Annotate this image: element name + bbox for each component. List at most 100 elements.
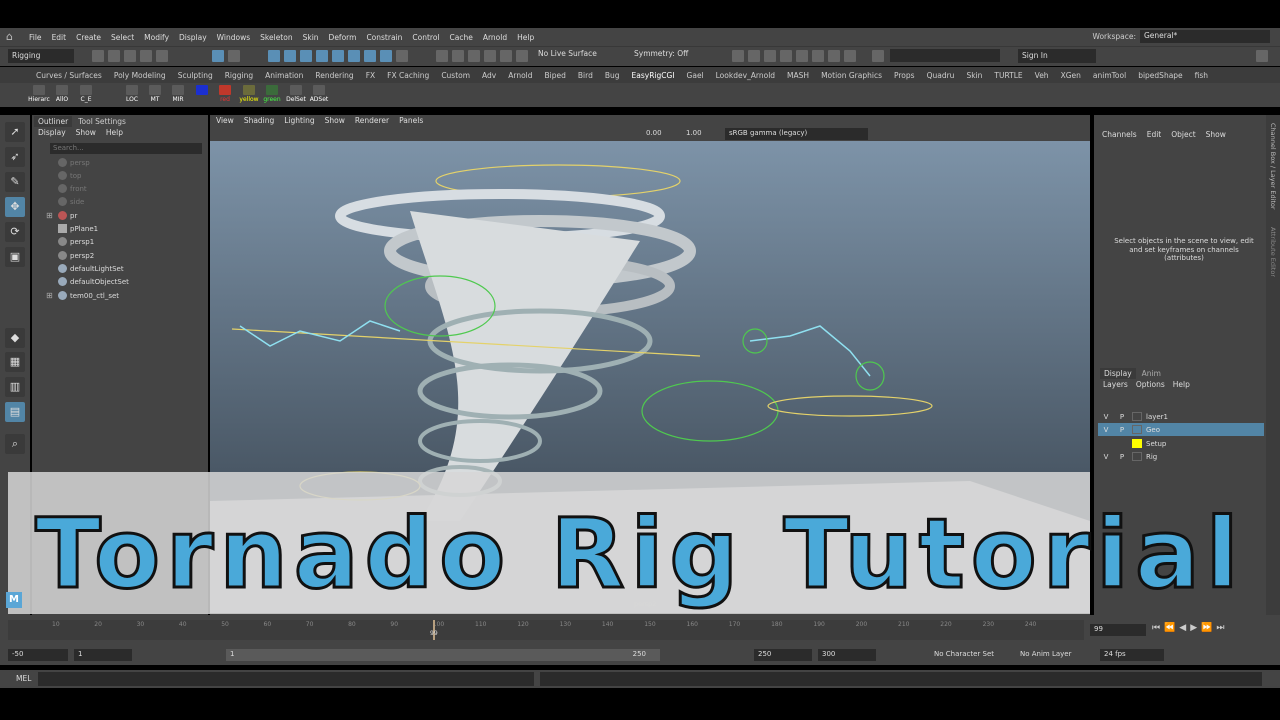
move-tool-icon[interactable]: ✥ — [5, 197, 25, 217]
outliner-item-defaultobjectset[interactable]: defaultObjectSet — [58, 275, 129, 288]
outliner-item-pplane1[interactable]: pPlane1 — [58, 222, 98, 235]
shelf-tab-biped[interactable]: Biped — [539, 71, 572, 80]
outliner-item-side[interactable]: side — [58, 195, 84, 208]
outliner-item-persp2[interactable]: persp2 — [58, 249, 94, 262]
save-scene-icon[interactable] — [124, 50, 136, 62]
menu-cache[interactable]: Cache — [445, 33, 478, 42]
shelf-tab-turtle[interactable]: TURTLE — [988, 71, 1028, 80]
shelf-tab-veh[interactable]: Veh — [1029, 71, 1055, 80]
shelf-btn-mt[interactable]: MT — [145, 85, 165, 105]
exposure-field[interactable]: 0.00 — [646, 129, 662, 137]
shelf-btn-green[interactable]: green — [262, 85, 282, 105]
play-icon[interactable] — [828, 50, 840, 62]
current-frame-field[interactable]: 99 — [1090, 624, 1146, 636]
select-tool-icon[interactable]: ➚ — [5, 122, 25, 142]
status-search-input[interactable] — [890, 49, 1000, 62]
pause-icon[interactable] — [844, 50, 856, 62]
tab-anim[interactable]: Anim — [1138, 368, 1165, 379]
layer-menu-options[interactable]: Options — [1136, 380, 1165, 389]
expand-icon[interactable]: ⊞ — [46, 291, 53, 300]
scale-tool-icon[interactable]: ▣ — [5, 247, 25, 267]
snap-curve-icon[interactable] — [284, 50, 296, 62]
four-view-icon[interactable]: ▦ — [5, 352, 25, 372]
shelf-btn-allo[interactable]: AllO — [52, 85, 72, 105]
snap-point-icon[interactable] — [300, 50, 312, 62]
layer-row-rig[interactable]: V P Rig — [1098, 450, 1264, 463]
channel-menu-object[interactable]: Object — [1171, 130, 1195, 139]
shelf-tab-mash[interactable]: MASH — [781, 71, 815, 80]
menu-arnold[interactable]: Arnold — [478, 33, 512, 42]
menu-edit[interactable]: Edit — [47, 33, 72, 42]
layer-row-setup[interactable]: Setup — [1098, 437, 1264, 450]
expand-icon[interactable]: ⊞ — [46, 211, 53, 220]
shelf-btn-mir[interactable]: MIR — [168, 85, 188, 105]
layer-row-geo[interactable]: V P Geo — [1098, 423, 1264, 436]
visibility-toggle[interactable]: V — [1098, 413, 1114, 421]
layer-color-swatch[interactable] — [1132, 452, 1142, 461]
settings-icon[interactable] — [1256, 50, 1268, 62]
hypershade-icon[interactable] — [796, 50, 808, 62]
open-scene-icon[interactable] — [108, 50, 120, 62]
shelf-btn-ce[interactable]: C_E — [76, 85, 96, 105]
shelf-tab-custom[interactable]: Custom — [435, 71, 476, 80]
search-icon[interactable]: ⌕ — [5, 434, 25, 454]
tab-attribute-editor[interactable]: Attribute Editor — [1269, 227, 1277, 277]
outliner-item-top[interactable]: top — [58, 169, 81, 182]
playback-toggle[interactable]: P — [1114, 453, 1130, 461]
menu-create[interactable]: Create — [71, 33, 106, 42]
menu-windows[interactable]: Windows — [212, 33, 255, 42]
paint-select-icon[interactable]: ✎ — [5, 172, 25, 192]
range-end-field[interactable]: 250 — [754, 649, 812, 661]
viewport-menu-view[interactable]: View — [216, 116, 234, 125]
outliner-search-input[interactable]: Search... — [50, 143, 202, 154]
new-scene-icon[interactable] — [92, 50, 104, 62]
shelf-tab-adv[interactable]: Adv — [476, 71, 502, 80]
symmetry-dropdown[interactable]: Symmetry: Off — [634, 49, 688, 58]
shelf-tab-easyrigcgi[interactable]: EasyRigCGI — [626, 71, 681, 80]
playback-toggle[interactable]: P — [1114, 426, 1130, 434]
tab-display[interactable]: Display — [1100, 368, 1136, 379]
viewport-menu-renderer[interactable]: Renderer — [355, 116, 389, 125]
menu-skeleton[interactable]: Skeleton — [255, 33, 297, 42]
shelf-tab-animation[interactable]: Animation — [259, 71, 309, 80]
outliner-menu-display[interactable]: Display — [38, 128, 66, 137]
home-icon[interactable]: ⌂ — [6, 30, 20, 44]
fps-dropdown[interactable]: 24 fps — [1100, 649, 1164, 661]
tab-outliner[interactable]: Outliner — [34, 116, 73, 127]
layer-color-swatch[interactable] — [1132, 439, 1142, 448]
channel-menu-show[interactable]: Show — [1206, 130, 1226, 139]
shelf-tab-fx[interactable]: FX — [360, 71, 381, 80]
outliner-item-defaultlightset[interactable]: defaultLightSet — [58, 262, 124, 275]
snap-surface-icon[interactable] — [332, 50, 344, 62]
channel-menu-edit[interactable]: Edit — [1147, 130, 1162, 139]
shelf-tab-arnold[interactable]: Arnold — [502, 71, 538, 80]
sidebar-toggle-icon[interactable] — [872, 50, 884, 62]
viewport-menu-panels[interactable]: Panels — [399, 116, 423, 125]
gamma-field[interactable]: 1.00 — [686, 129, 702, 137]
shelf-tab-rendering[interactable]: Rendering — [309, 71, 359, 80]
layer-menu-help[interactable]: Help — [1173, 380, 1190, 389]
shelf-btn-red[interactable]: red — [215, 85, 235, 105]
visibility-toggle[interactable]: V — [1098, 426, 1114, 434]
workspace-dropdown[interactable]: General* — [1140, 30, 1270, 43]
shelf-tab-animtool[interactable]: animTool — [1087, 71, 1132, 80]
shelf-tab-poly-modeling[interactable]: Poly Modeling — [108, 71, 172, 80]
viewport-menu-shading[interactable]: Shading — [244, 116, 274, 125]
colorspace-dropdown[interactable]: sRGB gamma (legacy) — [725, 128, 868, 140]
outliner-item-tem00-ctl-set[interactable]: tem00_ctl_set — [58, 289, 119, 302]
mel-command-input[interactable] — [38, 672, 534, 686]
construction-icon[interactable] — [484, 50, 496, 62]
render-icon[interactable] — [732, 50, 744, 62]
tab-channel-box-layer-editor[interactable]: Channel Box / Layer Editor — [1269, 123, 1277, 210]
shelf-tab-quadru[interactable]: Quadru — [921, 71, 961, 80]
layer-menu-layers[interactable]: Layers — [1103, 380, 1128, 389]
shelf-tab-xgen[interactable]: XGen — [1055, 71, 1087, 80]
snap-vertex-icon[interactable] — [348, 50, 360, 62]
menu-skin[interactable]: Skin — [298, 33, 324, 42]
menu-display[interactable]: Display — [174, 33, 212, 42]
shelf-tab-gael[interactable]: Gael — [681, 71, 710, 80]
target-icon[interactable] — [500, 50, 512, 62]
shelf-tab-bipedshape[interactable]: bipedShape — [1132, 71, 1188, 80]
ipr-render-icon[interactable] — [764, 50, 776, 62]
magnet-icon[interactable] — [516, 50, 528, 62]
